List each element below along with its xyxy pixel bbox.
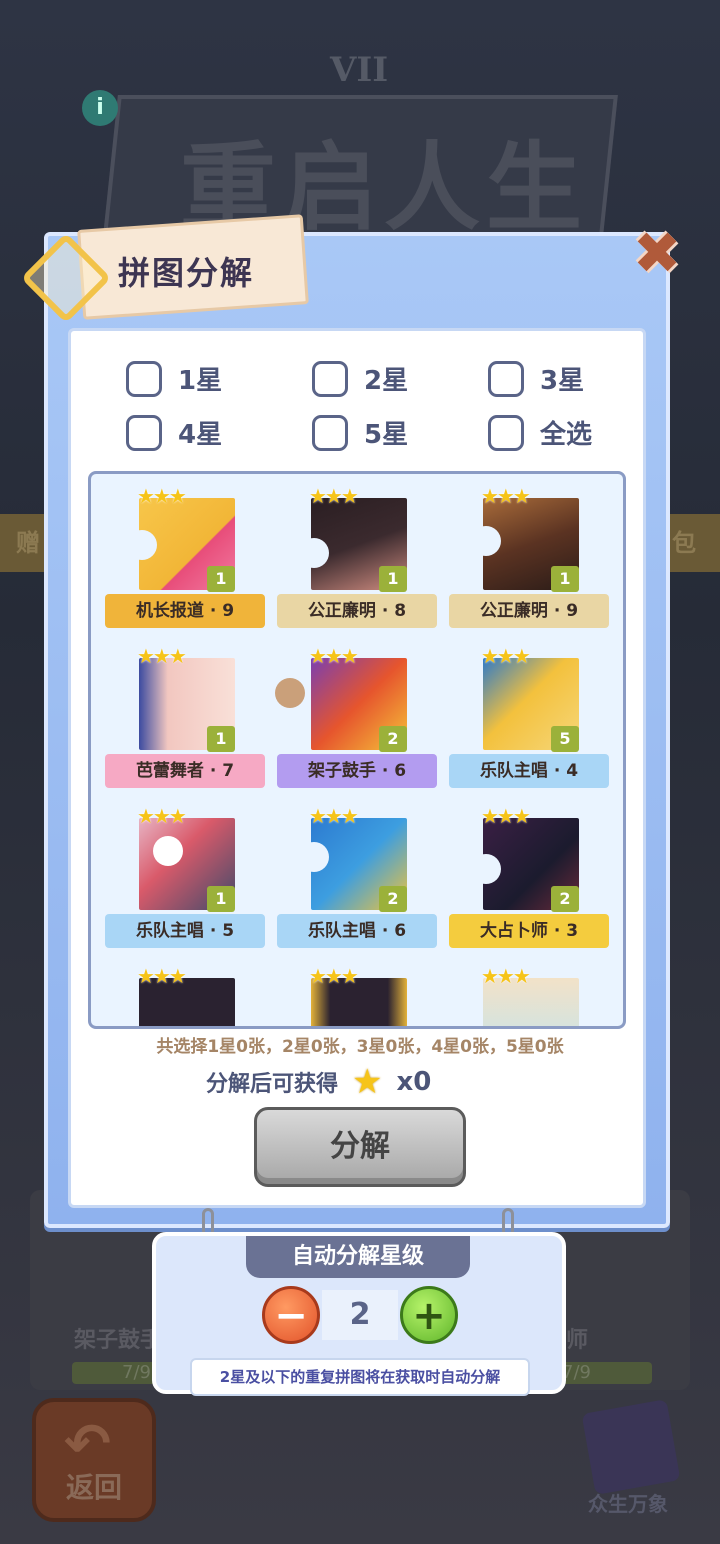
piece-name-banner: 架子鼓手 · 6	[277, 754, 437, 788]
auto-decompose-title: 自动分解星级	[246, 1236, 470, 1278]
piece-knob	[299, 538, 329, 568]
book-icon[interactable]	[581, 1399, 681, 1495]
piece-knob	[471, 526, 501, 556]
puzzle-piece[interactable]: ★★★	[263, 958, 435, 1026]
bg-left-bar: 赠	[0, 514, 50, 572]
star-icon: ★	[352, 1062, 383, 1102]
star-rating: ★★★	[137, 804, 187, 828]
gain-row: 分解后可获得 ★ x0	[206, 1062, 431, 1102]
count-badge: 2	[379, 726, 407, 752]
piece-name-banner: 大占卜师 · 3	[449, 914, 609, 948]
back-button[interactable]: ↶ 返回	[32, 1398, 156, 1522]
puzzle-piece[interactable]: ★★★ 2 大占卜师 · 3	[435, 798, 609, 958]
count-badge: 1	[207, 726, 235, 752]
checkbox[interactable]	[488, 414, 524, 451]
filter-3-star[interactable]: 3星	[488, 360, 584, 397]
filter-label: 全选	[540, 420, 593, 450]
count-badge: 5	[551, 726, 579, 752]
bg-card-label-left: 架子鼓手	[74, 1328, 163, 1353]
checkbox[interactable]	[488, 360, 524, 397]
puzzle-grid: ★★★ 1 机长报道 · 9 ★★★ 1 公正廉明 · 8 ★★★ 1 公正廉明…	[88, 471, 626, 1029]
star-rating: ★★★	[309, 804, 359, 828]
filter-label: 4星	[178, 420, 223, 450]
count-badge: 1	[207, 566, 235, 592]
filter-5-star[interactable]: 5星	[312, 414, 408, 451]
info-icon[interactable]: i	[82, 90, 118, 126]
puzzle-piece[interactable]: ★★★ 2 架子鼓手 · 6	[263, 638, 437, 798]
dialog-title: 拼图分解	[118, 254, 255, 292]
filter-2-star[interactable]: 2星	[312, 360, 408, 397]
puzzle-piece[interactable]: ★★★ 1 机长报道 · 9	[91, 478, 265, 638]
star-rating: ★★★	[481, 644, 531, 668]
roman-numeral: VII	[330, 50, 389, 90]
star-level-value: 2	[322, 1290, 398, 1340]
puzzle-piece[interactable]: ★★★ 5 乐队主唱 · 4	[435, 638, 609, 798]
puzzle-piece[interactable]: ★★★	[435, 958, 607, 1026]
piece-name-banner: 乐队主唱 · 6	[277, 914, 437, 948]
piece-knob	[299, 842, 329, 872]
gain-value: x0	[396, 1067, 432, 1097]
puzzle-piece[interactable]: ★★★ 1 乐队主唱 · 5	[91, 798, 265, 958]
puzzle-piece[interactable]: ★★★ 1 芭蕾舞者 · 7	[91, 638, 265, 798]
increase-button[interactable]: +	[400, 1286, 458, 1344]
count-badge: 2	[379, 886, 407, 912]
star-rating: ★★★	[481, 484, 531, 508]
piece-name-banner: 芭蕾舞者 · 7	[105, 754, 265, 788]
decompose-button[interactable]: 分解	[254, 1107, 466, 1187]
close-icon[interactable]: ✖	[630, 224, 684, 282]
checkbox[interactable]	[312, 414, 348, 451]
puzzle-piece[interactable]: ★★★ 1 公正廉明 · 9	[435, 478, 609, 638]
piece-knob	[471, 854, 501, 884]
filter-label: 2星	[364, 366, 409, 396]
star-rating: ★★★	[137, 484, 187, 508]
star-rating: ★★★	[309, 644, 359, 668]
count-badge: 1	[379, 566, 407, 592]
puzzle-piece[interactable]: ★★★	[91, 958, 263, 1026]
auto-decompose-hint: 2星及以下的重复拼图将在获取时自动分解	[190, 1358, 530, 1396]
puzzle-piece[interactable]: ★★★ 1 公正廉明 · 8	[263, 478, 437, 638]
decrease-button[interactable]: −	[262, 1286, 320, 1344]
selection-summary: 共选择1星0张，2星0张，3星0张，4星0张，5星0张	[156, 1037, 564, 1057]
filter-label: 5星	[364, 420, 409, 450]
piece-knob	[127, 530, 157, 560]
bg-card-label-right: 师	[566, 1328, 589, 1353]
back-label: 返回	[65, 1471, 122, 1504]
star-rating: ★★★	[137, 964, 187, 988]
filter-4-star[interactable]: 4星	[126, 414, 222, 451]
piece-name-banner: 公正廉明 · 8	[277, 594, 437, 628]
filter-label: 1星	[178, 366, 223, 396]
checkbox[interactable]	[126, 360, 162, 397]
filter-1-star[interactable]: 1星	[126, 360, 222, 397]
count-badge: 1	[207, 886, 235, 912]
filter-select-all[interactable]: 全选	[488, 414, 592, 451]
gain-label: 分解后可获得	[206, 1072, 339, 1097]
piece-name-banner: 乐队主唱 · 5	[105, 914, 265, 948]
star-rating: ★★★	[309, 484, 359, 508]
count-badge: 2	[551, 886, 579, 912]
book-label: 众生万象	[588, 1492, 668, 1516]
star-rating: ★★★	[309, 964, 359, 988]
piece-knob	[275, 678, 305, 708]
star-rating: ★★★	[481, 804, 531, 828]
checkbox[interactable]	[312, 360, 348, 397]
piece-knob	[153, 836, 183, 866]
star-rating: ★★★	[137, 644, 187, 668]
piece-name-banner: 公正廉明 · 9	[449, 594, 609, 628]
star-rating: ★★★	[481, 964, 531, 988]
piece-name-banner: 乐队主唱 · 4	[449, 754, 609, 788]
checkbox[interactable]	[126, 414, 162, 451]
bg-right-bar: 包	[668, 514, 720, 572]
puzzle-piece[interactable]: ★★★ 2 乐队主唱 · 6	[263, 798, 437, 958]
piece-name-banner: 机长报道 · 9	[105, 594, 265, 628]
filter-label: 3星	[540, 366, 585, 396]
count-badge: 1	[551, 566, 579, 592]
